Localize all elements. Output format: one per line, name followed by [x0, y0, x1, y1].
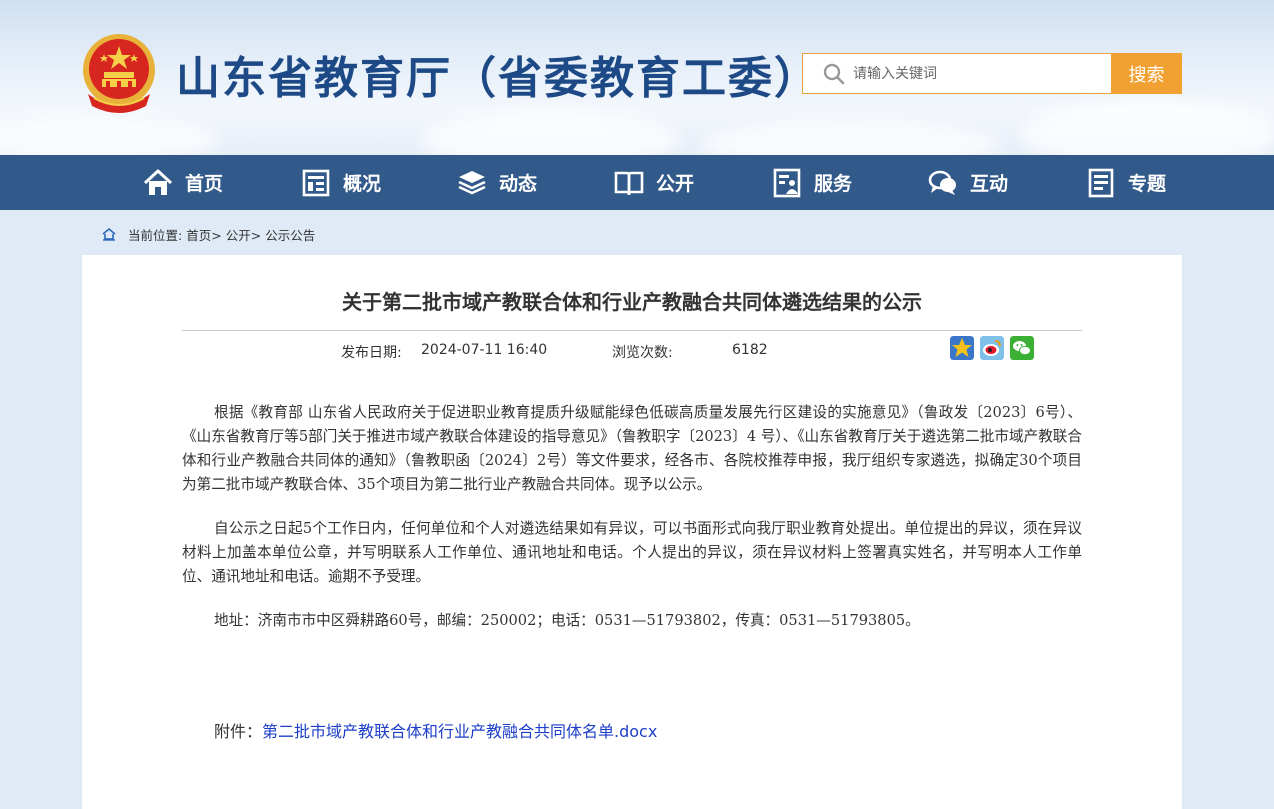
article-title: 关于第二批市域产教联合体和行业产教融合共同体遴选结果的公示 — [342, 290, 922, 314]
views-label: 浏览次数: — [612, 345, 673, 361]
home-icon — [102, 227, 116, 241]
publish-date-label: 发布日期: — [341, 345, 402, 361]
nav-item-service[interactable]: 服务 — [772, 155, 852, 210]
wechat-icon[interactable] — [1010, 336, 1034, 360]
book-icon — [614, 171, 644, 195]
nav-item-home[interactable]: 首页 — [143, 155, 223, 210]
attachment: 附件：第二批市域产教联合体和行业产教融合共同体名单.docx — [214, 718, 657, 742]
breadcrumb-home[interactable]: 首页> — [186, 225, 221, 244]
layers-icon — [458, 170, 486, 194]
service-icon — [773, 168, 801, 197]
nav-label: 公开 — [656, 173, 695, 195]
national-emblem-icon — [83, 34, 155, 113]
nav-label: 专题 — [1128, 173, 1167, 195]
main-nav: 首页 概况 动态 公开 服务 互动 专题 — [0, 155, 1274, 210]
nav-label: 动态 — [499, 173, 538, 195]
title-divider — [182, 330, 1082, 331]
home-icon — [143, 169, 173, 195]
publish-date-value: 2024-07-11 16:40 — [421, 342, 548, 358]
nav-item-news[interactable]: 动态 — [457, 155, 537, 210]
nav-label: 服务 — [814, 173, 853, 195]
breadcrumb-public[interactable]: 公开> — [226, 225, 261, 244]
attachment-label: 附件： — [214, 722, 263, 741]
search-icon — [823, 63, 845, 84]
site-header: 山东省教育厅（省委教育工委） 搜索 — [0, 0, 1274, 155]
nav-label: 互动 — [970, 173, 1009, 195]
nav-item-interact[interactable]: 互动 — [928, 155, 1008, 210]
breadcrumb: 当前位置: 首页> 公开> 公示公告 — [102, 224, 319, 244]
nav-item-topics[interactable]: 专题 — [1086, 155, 1166, 210]
favorite-star-icon[interactable] — [950, 336, 974, 360]
site-title: 山东省教育厅（省委教育工委） — [176, 53, 820, 104]
document-icon — [1088, 168, 1114, 197]
views-value: 6182 — [732, 342, 768, 358]
overview-icon — [302, 169, 330, 196]
nav-item-public[interactable]: 公开 — [614, 155, 694, 210]
article-paragraph-3: 地址：济南市市中区舜耕路60号，邮编：250002；电话：0531—517938… — [214, 612, 920, 629]
article-paragraph-2: 自公示之日起5个工作日内，任何单位和个人对遴选结果如有异议，可以书面形式向我厅职… — [182, 520, 1082, 585]
search-button[interactable]: 搜索 — [1111, 53, 1182, 94]
weibo-icon[interactable] — [980, 336, 1004, 360]
chat-icon — [928, 170, 956, 195]
article-paragraph-1: 根据《教育部 山东省人民政府关于促进职业教育提质升级赋能绿色低碳高质量发展先行区… — [182, 404, 1082, 493]
breadcrumb-prefix: 当前位置: — [128, 227, 183, 243]
nav-label: 首页 — [185, 173, 224, 195]
search-input[interactable] — [853, 65, 1093, 82]
attachment-link[interactable]: 第二批市域产教联合体和行业产教融合共同体名单.docx — [262, 722, 657, 741]
nav-label: 概况 — [343, 173, 382, 195]
search-box — [802, 53, 1112, 94]
breadcrumb-current[interactable]: 公示公告 — [265, 225, 315, 244]
nav-item-overview[interactable]: 概况 — [301, 155, 381, 210]
